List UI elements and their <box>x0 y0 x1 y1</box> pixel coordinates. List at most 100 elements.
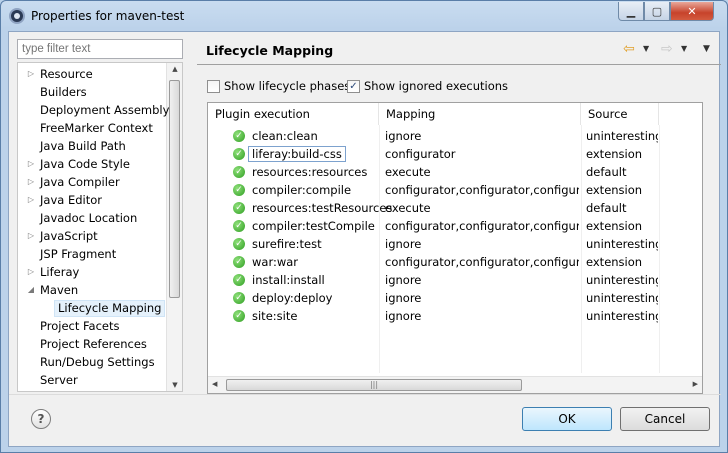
back-arrow-icon[interactable]: ⇦ <box>623 41 635 57</box>
tree-item[interactable]: Javadoc Location <box>18 209 166 227</box>
tree-item[interactable]: Builders <box>18 83 166 101</box>
table-row[interactable]: ✓ compiler:testCompile configurator,config… <box>208 217 702 235</box>
source-cell: extension <box>586 255 643 269</box>
footer-separator <box>9 394 721 395</box>
column-header-mapping[interactable]: Mapping <box>379 103 581 125</box>
table-horizontal-scrollbar[interactable]: ◀ ||| ▶ <box>208 376 702 393</box>
plugin-execution-cell: war:war <box>252 255 299 269</box>
tree-scroll-thumb[interactable] <box>169 80 180 298</box>
source-cell: extension <box>586 147 643 161</box>
checkbox-box[interactable] <box>207 79 220 93</box>
tree-item-label: Project Facets <box>40 319 120 333</box>
source-cell: default <box>586 165 627 179</box>
source-cell: uninteresting <box>586 129 658 143</box>
scroll-down-arrow-icon[interactable]: ▼ <box>167 381 182 389</box>
collapsed-arrow-icon[interactable]: ▷ <box>26 173 36 191</box>
table-row[interactable]: ✓ resources:resources execute default <box>208 163 702 181</box>
table-scroll-thumb[interactable]: ||| <box>226 379 522 391</box>
ok-check-icon: ✓ <box>233 310 245 322</box>
tree-item[interactable]: Server <box>18 371 166 389</box>
mapping-cell: configurator,configurator,configur... <box>385 255 579 269</box>
tree-item[interactable]: ▷ Java Code Style <box>18 155 166 173</box>
table-row[interactable]: ✓ liferay:build-css configurator extension <box>208 145 702 163</box>
tree-item[interactable]: ▷ Service Policies <box>18 389 166 391</box>
source-cell: default <box>586 201 627 215</box>
source-cell: uninteresting <box>586 309 658 323</box>
plugin-execution-cell: resources:testResources <box>252 201 393 215</box>
filter-input[interactable] <box>17 39 183 59</box>
tree-item[interactable]: ▷ Liferay <box>18 263 166 281</box>
scroll-up-arrow-icon[interactable]: ▲ <box>167 65 182 73</box>
tree-item-label: Lifecycle Mapping <box>54 300 166 317</box>
table-row[interactable]: ✓ site:site ignore uninteresting <box>208 307 702 325</box>
forward-dropdown-icon[interactable]: ▼ <box>681 44 687 53</box>
tree-item[interactable]: Lifecycle Mapping <box>18 299 166 317</box>
ok-check-icon: ✓ <box>233 274 245 286</box>
tree-item[interactable]: ▷ Java Compiler <box>18 173 166 191</box>
cancel-button[interactable]: Cancel <box>620 407 710 431</box>
table-row[interactable]: ✓ clean:clean ignore uninteresting <box>208 127 702 145</box>
lifecycle-mapping-table[interactable]: Plugin execution Mapping Source ◀ ||| ▶ … <box>207 102 703 394</box>
back-dropdown-icon[interactable]: ▼ <box>643 44 649 53</box>
collapsed-arrow-icon[interactable]: ▷ <box>26 191 36 209</box>
tree-item[interactable]: ◢ Maven <box>18 281 166 299</box>
header-separator <box>197 64 721 65</box>
ok-button[interactable]: OK <box>522 407 612 431</box>
view-menu-icon[interactable]: ▼ <box>703 44 710 54</box>
dialog-content: ▲ ▼ ▷ Resource Builders Deployment Assembly… <box>8 31 721 447</box>
table-row[interactable]: ✓ resources:testResources execute default <box>208 199 702 217</box>
collapsed-arrow-icon[interactable]: ▷ <box>26 65 36 83</box>
collapsed-arrow-icon[interactable]: ▷ <box>26 389 36 391</box>
mapping-cell: execute <box>385 201 431 215</box>
tree-item[interactable]: Run/Debug Settings <box>18 353 166 371</box>
table-row[interactable]: ✓ install:install ignore uninteresting <box>208 271 702 289</box>
table-row[interactable]: ✓ war:war configurator,configurator,config… <box>208 253 702 271</box>
tree-item-label: Deployment Assembly <box>40 103 170 117</box>
show-ignored-executions-checkbox[interactable]: ✓ Show ignored executions <box>347 78 508 94</box>
help-button[interactable]: ? <box>31 409 51 429</box>
collapsed-arrow-icon[interactable]: ▷ <box>26 263 36 281</box>
scroll-right-arrow-icon[interactable]: ▶ <box>693 380 698 388</box>
column-header-source[interactable]: Source <box>581 103 659 125</box>
checkbox-box[interactable]: ✓ <box>347 79 360 93</box>
collapsed-arrow-icon[interactable]: ▷ <box>26 155 36 173</box>
expanded-arrow-icon[interactable]: ◢ <box>26 281 36 299</box>
tree-item[interactable]: Project Facets <box>18 317 166 335</box>
mapping-cell: ignore <box>385 129 422 143</box>
checkbox-label: Show ignored executions <box>364 79 509 93</box>
tree-item[interactable]: Java Build Path <box>18 137 166 155</box>
collapsed-arrow-icon[interactable]: ▷ <box>26 227 36 245</box>
table-row[interactable]: ✓ compiler:compile configurator,configurat… <box>208 181 702 199</box>
table-row[interactable]: ✓ surefire:test ignore uninteresting <box>208 235 702 253</box>
minimize-button[interactable]: ▁ <box>618 2 644 21</box>
plugin-execution-cell: clean:clean <box>252 129 318 143</box>
tree-item[interactable]: Deployment Assembly <box>18 101 170 119</box>
plugin-execution-cell: deploy:deploy <box>252 291 333 305</box>
tree-item[interactable]: JSP Fragment <box>18 245 166 263</box>
mapping-cell: ignore <box>385 309 422 323</box>
tree-item-label: Java Compiler <box>40 175 120 189</box>
maximize-button[interactable]: ▢ <box>644 2 670 21</box>
scroll-left-arrow-icon[interactable]: ◀ <box>212 380 217 388</box>
source-cell: uninteresting <box>586 291 658 305</box>
column-header-plugin-execution[interactable]: Plugin execution <box>208 103 379 125</box>
tree-item[interactable]: ▷ JavaScript <box>18 227 166 245</box>
title-bar[interactable]: Properties for maven-test ▁ ▢ ✕ <box>1 1 727 31</box>
page-title: Lifecycle Mapping <box>206 43 334 58</box>
table-row[interactable]: ✓ deploy:deploy ignore uninteresting <box>208 289 702 307</box>
ok-check-icon: ✓ <box>233 130 245 142</box>
ok-check-icon: ✓ <box>233 148 245 160</box>
close-button[interactable]: ✕ <box>670 2 714 21</box>
tree-item[interactable]: ▷ Resource <box>18 65 166 83</box>
forward-arrow-icon[interactable]: ⇨ <box>661 41 673 57</box>
source-cell: extension <box>586 183 643 197</box>
column-header-filler <box>659 103 702 125</box>
tree-item-label: JavaScript <box>40 229 98 243</box>
tree-item[interactable]: FreeMarker Context <box>18 119 166 137</box>
show-lifecycle-phases-checkbox[interactable]: Show lifecycle phases <box>207 78 350 94</box>
tree-item[interactable]: ▷ Java Editor <box>18 191 166 209</box>
preference-tree[interactable]: ▲ ▼ ▷ Resource Builders Deployment Assembly… <box>17 62 183 392</box>
plugin-execution-cell: resources:resources <box>252 165 368 179</box>
tree-item[interactable]: Project References <box>18 335 166 353</box>
tree-item-label: Run/Debug Settings <box>40 355 155 369</box>
